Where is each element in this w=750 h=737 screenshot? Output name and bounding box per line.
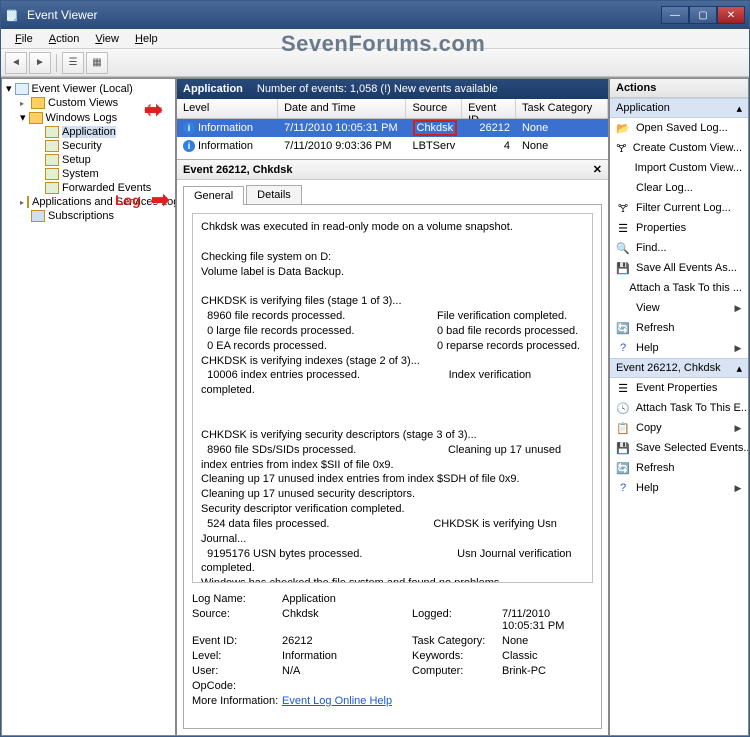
refresh-icon: 🔄 [616,321,630,335]
tree-windows-logs[interactable]: Windows Logs [20,110,173,125]
detail-close-button[interactable]: ✕ [593,163,602,176]
action-view[interactable]: View▶ [610,298,748,318]
action-properties[interactable]: ☰Properties [610,218,748,238]
forward-button[interactable]: ► [29,52,51,74]
column-headers: Level Date and Time Source Event ID Task… [177,99,608,119]
copy-icon: 📋 [616,421,630,435]
toolbar-button-1[interactable]: ☰ [62,52,84,74]
find-icon: 🔍 [616,241,630,255]
filter-icon: 🝖 [616,201,630,215]
action-find[interactable]: 🔍Find... [610,238,748,258]
menu-view[interactable]: View [87,31,127,47]
action-refresh[interactable]: 🔄Refresh [610,318,748,338]
actions-pane: Actions Application ▴ 📂Open Saved Log...… [609,78,749,736]
action-create-custom-view[interactable]: 🝖Create Custom View... [610,138,748,158]
menu-action[interactable]: Action [41,31,88,47]
tree-security[interactable]: Security [34,139,173,153]
help-icon: ? [616,481,630,495]
event-properties-grid: Log Name:Application Source:ChkdskLogged… [192,593,593,707]
menu-help[interactable]: Help [127,31,166,47]
detail-header: Event 26212, Chkdsk ✕ [177,160,608,180]
properties-icon: ☰ [616,381,630,395]
col-eventid[interactable]: Event ID [462,99,516,118]
tree-root[interactable]: Event Viewer (Local) [6,81,173,96]
action-save-all-events[interactable]: 💾Save All Events As... [610,258,748,278]
event-list: iInformation7/11/2010 10:05:31 PMChkdsk2… [177,119,608,155]
col-datetime[interactable]: Date and Time [278,99,406,118]
save-icon: 💾 [616,261,630,275]
action-help-2[interactable]: ?Help▶ [610,478,748,498]
open-icon: 📂 [616,121,630,135]
tree-forwarded[interactable]: Forwarded Events [34,181,173,195]
maximize-button[interactable]: ▢ [689,6,717,24]
properties-icon: ☰ [616,221,630,235]
actions-header: Actions [610,79,748,98]
back-button[interactable]: ◄ [5,52,27,74]
action-attach-task-event[interactable]: 🕓Attach Task To This E... [610,398,748,418]
event-log-online-help-link[interactable]: Event Log Online Help [282,695,392,707]
help-icon: ? [616,341,630,355]
tab-details[interactable]: Details [246,185,302,204]
tree-application[interactable]: Application [34,125,173,139]
action-filter-current-log[interactable]: 🝖Filter Current Log... [610,198,748,218]
action-refresh-2[interactable]: 🔄Refresh [610,458,748,478]
refresh-icon: 🔄 [616,461,630,475]
action-import-custom-view[interactable]: Import Custom View... [610,158,748,178]
detail-content: Chkdsk was executed in read-only mode on… [183,204,602,729]
tree-system[interactable]: System [34,167,173,181]
menubar: File Action View Help [1,29,749,49]
tree-custom-views[interactable]: Custom Views [20,96,173,110]
task-icon [616,281,623,295]
action-save-selected-events[interactable]: 💾Save Selected Events... [610,438,748,458]
chevron-right-icon: ▶ [734,303,742,314]
titlebar: 🗒️ Event Viewer — ▢ ✕ [1,1,749,29]
tab-general[interactable]: General [183,186,244,205]
navigation-tree-pane: Event Viewer (Local) Custom Views Window… [1,78,176,736]
action-event-properties[interactable]: ☰Event Properties [610,378,748,398]
info-icon: i [183,140,195,152]
event-log-text: Chkdsk was executed in read-only mode on… [192,213,593,583]
action-help[interactable]: ?Help▶ [610,338,748,358]
event-row[interactable]: iInformation7/11/2010 10:05:31 PMChkdsk2… [177,119,608,137]
chevron-right-icon: ▶ [734,423,742,434]
toolbar-button-2[interactable]: ▦ [86,52,108,74]
chevron-right-icon: ▶ [734,343,742,354]
import-icon [616,161,629,175]
col-level[interactable]: Level [177,99,278,118]
tree-subscriptions[interactable]: Subscriptions [20,209,173,223]
action-attach-task[interactable]: Attach a Task To this ... [610,278,748,298]
task-icon: 🕓 [616,401,630,415]
funnel-icon: 🝖 [616,141,627,155]
col-taskcat[interactable]: Task Category [516,99,608,118]
minimize-button[interactable]: — [661,6,689,24]
window-title: Event Viewer [27,8,661,22]
col-source[interactable]: Source [406,99,462,118]
action-open-saved-log[interactable]: 📂Open Saved Log... [610,118,748,138]
action-clear-log[interactable]: Clear Log... [610,178,748,198]
toolbar: ◄ ► ☰ ▦ [1,49,749,77]
tree-apps-services[interactable]: Applications and Services Logs [20,195,173,209]
save-icon: 💾 [616,441,630,455]
actions-section-event: Event 26212, Chkdsk ▴ [610,358,748,378]
actions-section-application: Application ▴ [610,98,748,118]
close-button[interactable]: ✕ [717,6,745,24]
app-icon: 🗒️ [5,7,21,23]
main-pane: Application Number of events: 1,058 (!) … [176,78,609,736]
event-list-header: Application Number of events: 1,058 (!) … [177,79,608,99]
chevron-right-icon: ▶ [734,483,742,494]
menu-file[interactable]: File [7,31,41,47]
clear-icon [616,181,630,195]
info-icon: i [183,122,195,134]
event-row[interactable]: iInformation7/11/2010 9:03:36 PMLBTServ4… [177,137,608,155]
tree-setup[interactable]: Setup [34,153,173,167]
action-copy[interactable]: 📋Copy▶ [610,418,748,438]
